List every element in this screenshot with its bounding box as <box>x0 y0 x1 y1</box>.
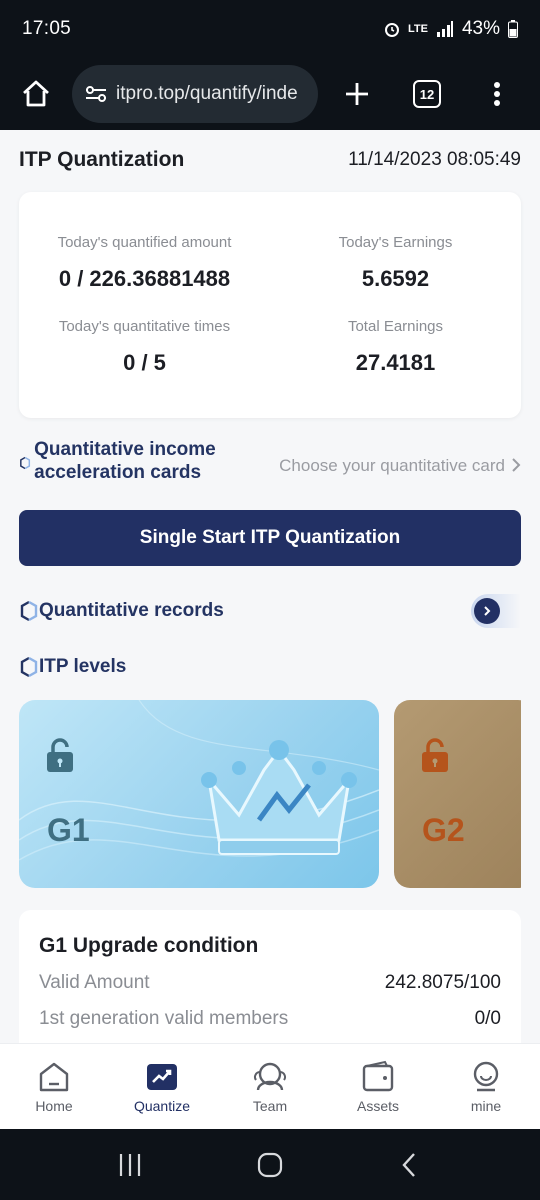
url-text: itpro.top/quantify/inde <box>116 83 298 104</box>
current-datetime: 11/14/2023 08:05:49 <box>348 149 521 170</box>
condition-value: 242.8075/100 <box>384 972 501 993</box>
nav-label: Home <box>35 1097 73 1114</box>
status-bar: 17:05 LTE 43% <box>0 0 540 58</box>
chevron-right-icon <box>512 458 521 472</box>
back-icon[interactable] <box>397 1152 423 1178</box>
recent-apps-icon[interactable] <box>117 1152 143 1178</box>
upgrade-title: G1 Upgrade condition <box>39 934 259 957</box>
signal-icon <box>436 21 453 37</box>
condition-label: Valid Amount <box>39 972 150 993</box>
network-type: LTE <box>408 23 428 35</box>
browser-toolbar: itpro.top/quantify/inde 12 <box>0 58 540 130</box>
lock-icon <box>422 738 448 772</box>
section-marker-icon <box>20 600 38 622</box>
acceleration-cards-title: Quantitative income acceleration cards <box>34 439 216 483</box>
browser-home-button[interactable] <box>0 58 72 130</box>
stat-label: Today's Earnings <box>338 234 453 251</box>
new-tab-button[interactable] <box>322 58 392 130</box>
condition-value: 0/0 <box>474 1008 501 1029</box>
browser-menu-button[interactable] <box>462 58 532 130</box>
wallet-icon <box>362 1060 394 1091</box>
stat-label: Total Earnings <box>347 318 444 335</box>
page-header: ITP Quantization 11/14/2023 08:05:49 <box>0 130 540 190</box>
stat-value: 27.4181 <box>355 350 436 375</box>
battery-icon <box>508 20 518 38</box>
acceleration-cards-row[interactable]: Quantitative income acceleration cards C… <box>19 438 521 492</box>
level-cards-carousel[interactable]: G1 G2 <box>19 700 521 888</box>
level-card-g1[interactable]: G1 <box>19 700 379 888</box>
nav-item-team[interactable]: Team <box>216 1044 324 1129</box>
bottom-nav: Home Quantize Team Assets mine <box>0 1043 540 1129</box>
chevron-right-icon <box>484 606 491 616</box>
url-bar[interactable]: itpro.top/quantify/inde <box>72 65 318 123</box>
stat-value: 5.6592 <box>361 266 430 291</box>
condition-label: 1st generation valid members <box>39 1008 289 1029</box>
choose-card-link[interactable]: Choose your quantitative card <box>279 454 505 477</box>
more-vert-icon <box>494 82 500 106</box>
home-icon <box>39 1062 69 1091</box>
nav-label: Team <box>252 1097 288 1114</box>
stat-todays-earnings: Today's Earnings 5.6592 <box>270 234 521 292</box>
start-quantization-button[interactable]: Single Start ITP Quantization <box>19 510 521 566</box>
battery-percent: 43% <box>461 18 500 39</box>
tab-count: 12 <box>413 80 441 108</box>
plus-icon <box>346 83 368 105</box>
stat-total-earnings: Total Earnings 27.4181 <box>270 318 521 376</box>
records-expand-toggle[interactable] <box>471 594 521 628</box>
section-marker-icon <box>20 656 38 678</box>
condition-row: Valid Amount 242.8075/100 <box>39 972 501 994</box>
lock-icon <box>47 738 73 772</box>
stat-value: 0 / 5 <box>123 350 166 375</box>
system-nav-bar <box>0 1129 540 1200</box>
nav-label: mine <box>470 1097 502 1114</box>
level-name: G1 <box>47 812 90 848</box>
stat-label: Today's quantitative times <box>58 318 231 335</box>
alarm-icon <box>385 23 399 37</box>
page-title: ITP Quantization <box>19 148 185 171</box>
stats-card: Today's quantified amount 0 / 226.368814… <box>19 192 521 418</box>
level-card-g2[interactable]: G2 <box>394 700 521 888</box>
user-icon <box>473 1061 499 1091</box>
records-title: Quantitative records <box>39 600 224 621</box>
team-icon <box>254 1062 286 1090</box>
itp-levels-heading: ITP levels <box>19 656 126 678</box>
stat-label: Today's quantified amount <box>57 234 232 251</box>
nav-item-mine[interactable]: mine <box>432 1044 540 1129</box>
itp-levels-title: ITP levels <box>39 656 127 677</box>
stat-quantitative-times: Today's quantitative times 0 / 5 <box>19 318 270 376</box>
stat-value: 0 / 226.36881488 <box>58 266 231 291</box>
upgrade-condition-card: G1 Upgrade condition Valid Amount 242.80… <box>19 910 521 1060</box>
level-name: G2 <box>422 812 465 848</box>
stat-quantified-amount: Today's quantified amount 0 / 226.368814… <box>19 234 270 292</box>
nav-item-assets[interactable]: Assets <box>324 1044 432 1129</box>
condition-row: 1st generation valid members 0/0 <box>39 1008 501 1030</box>
home-circle-icon[interactable] <box>257 1152 283 1178</box>
nav-item-quantize[interactable]: Quantize <box>108 1044 216 1129</box>
tabs-button[interactable]: 12 <box>392 58 462 130</box>
nav-item-home[interactable]: Home <box>0 1044 108 1129</box>
quantitative-records-row[interactable]: Quantitative records <box>19 594 521 628</box>
nav-label: Assets <box>356 1097 399 1114</box>
site-settings-icon <box>86 86 106 102</box>
nav-label: Quantize <box>133 1097 191 1114</box>
chart-icon <box>147 1063 177 1090</box>
status-time: 17:05 <box>22 18 72 39</box>
home-icon <box>23 80 49 107</box>
crown-icon <box>201 740 357 855</box>
section-marker-icon <box>20 456 31 470</box>
